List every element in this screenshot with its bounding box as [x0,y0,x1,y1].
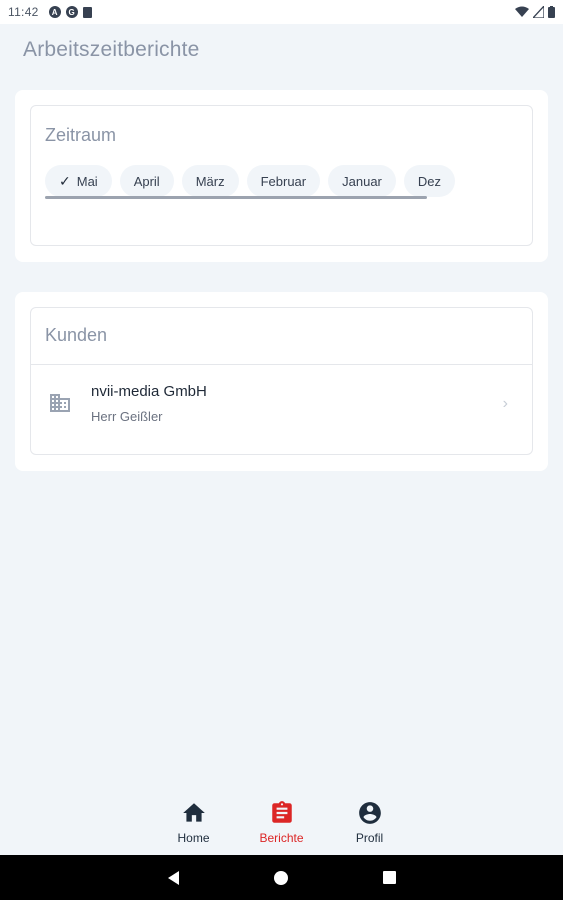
nav-home[interactable]: Home [169,790,219,855]
building-icon [50,394,70,412]
battery-icon [548,6,555,18]
bottom-nav: Home Berichte Profil [0,790,563,855]
chip-april[interactable]: April [119,165,174,197]
customer-contact: Herr Geißler [91,409,163,424]
nav-berichte[interactable]: Berichte [257,790,307,855]
customers-card: Kunden nvii-media GmbH Herr Geißler › [15,292,548,471]
clipboard-icon [271,801,292,823]
chip-dez[interactable]: Dez [403,165,455,197]
page-title: Arbeitszeitberichte [23,38,200,61]
account-circle-icon [358,802,381,824]
chip-label: März [195,173,225,189]
system-nav-bar [0,855,563,900]
nav-profil[interactable]: Profil [345,790,395,855]
chevron-right-icon: › [502,395,508,412]
period-card: Zeitraum ✓ Mai April März Februar Januar… [15,90,548,262]
chip-label: April [133,173,160,189]
customers-label: Kunden [45,325,108,345]
status-time: 11:42 [8,5,39,19]
home-icon [182,803,205,822]
notification-b-icon: G [65,6,78,18]
signal-icon [533,6,544,18]
chip-label: Januar [342,173,382,189]
chip-mai[interactable]: ✓ Mai [45,165,112,197]
home-circle-icon[interactable] [273,870,288,885]
chip-scrollbar[interactable] [45,196,427,199]
wifi-icon [515,6,529,17]
period-label: Zeitraum [45,125,117,145]
chip-label: Dez [417,173,441,189]
sd-card-icon [82,6,92,18]
nav-label: Berichte [259,831,304,845]
chip-februar[interactable]: Februar [246,165,321,197]
notification-a-icon: A [48,6,61,18]
chip-januar[interactable]: Januar [328,165,396,197]
back-icon[interactable] [167,870,179,885]
customer-name: nvii-media GmbH [91,383,207,400]
nav-label: Profil [355,831,384,845]
status-icons-right [515,6,555,18]
chip-label: Mai [76,173,98,189]
chip-label: Februar [260,173,307,189]
customer-row[interactable]: nvii-media GmbH Herr Geißler › [30,365,533,453]
recent-apps-icon[interactable] [382,871,396,884]
status-bar: 11:42 A G [0,0,563,24]
nav-label: Home [177,831,210,845]
status-icons-left: A G [48,6,92,18]
chip-maerz[interactable]: März [181,165,239,197]
check-icon: ✓ [59,172,71,189]
